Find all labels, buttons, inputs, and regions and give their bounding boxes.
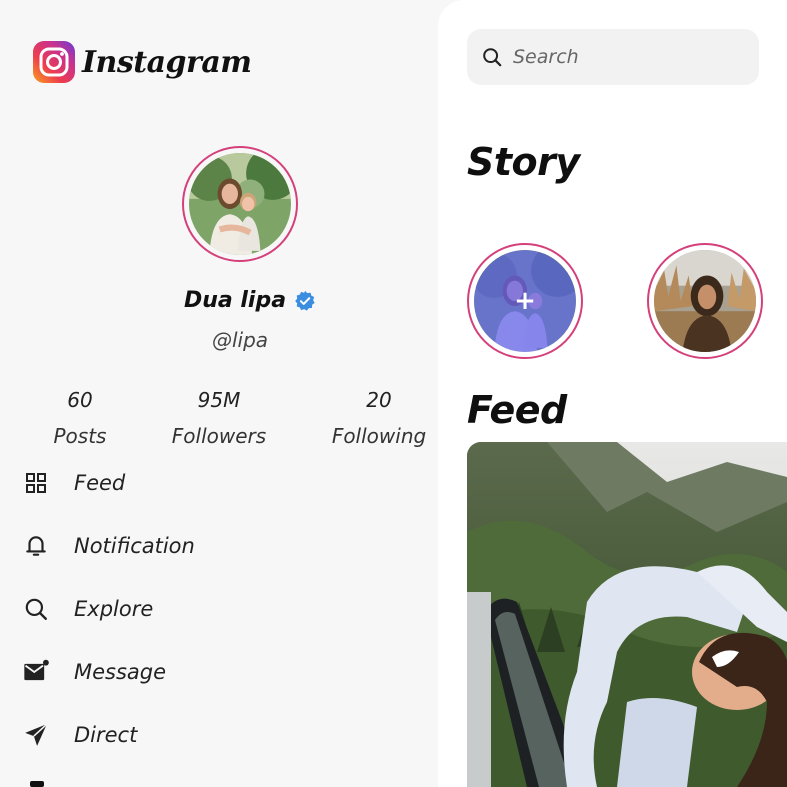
profile-handle: @lipa: [211, 328, 269, 352]
instagram-icon: [33, 41, 75, 83]
avatar: [189, 153, 291, 255]
app-name: Instagram: [82, 44, 252, 80]
bell-icon: [22, 532, 50, 560]
feed-heading: Feed: [467, 388, 567, 432]
feed-photo: [467, 442, 787, 787]
followers-label: Followers: [171, 424, 267, 448]
sidebar-item-label: Notification: [74, 534, 195, 558]
add-story-button[interactable]: +: [467, 243, 583, 359]
mail-icon: [22, 658, 50, 686]
search-icon: [483, 48, 502, 67]
story-heading: Story: [467, 140, 580, 184]
verified-badge-icon: [295, 290, 315, 311]
plus-icon: +: [474, 250, 576, 352]
story-item[interactable]: [647, 243, 763, 359]
sidebar-item-label: Direct: [74, 723, 138, 747]
posts-count: 60: [67, 388, 93, 412]
sidebar-item-label: Explore: [74, 597, 154, 621]
search-bar[interactable]: [467, 29, 759, 85]
instagram-logo[interactable]: Instagram: [32, 40, 252, 84]
add-story-label: +: [514, 286, 536, 316]
sidebar-item-label: Feed: [74, 471, 126, 495]
search-input[interactable]: [513, 46, 743, 68]
stat-following[interactable]: 20 Following: [324, 387, 434, 449]
next-nav-icon-peek: [30, 781, 44, 787]
story-photo: [654, 250, 756, 352]
following-count: 20: [366, 388, 392, 412]
sidebar-item-notification[interactable]: Notification: [22, 526, 195, 566]
sidebar-item-explore[interactable]: Explore: [22, 589, 153, 629]
profile-name: Dua lipa: [183, 288, 287, 313]
send-icon: [22, 721, 50, 749]
grid-icon: [22, 469, 50, 497]
stat-posts[interactable]: 60 Posts: [40, 387, 120, 449]
posts-label: Posts: [53, 424, 107, 448]
followers-count: 95M: [197, 388, 241, 412]
sidebar: Instagram Dua lipa @lipa 60 Posts 95M Fo…: [0, 0, 438, 787]
following-label: Following: [331, 424, 427, 448]
sidebar-item-label: Message: [74, 660, 167, 684]
sidebar-item-feed[interactable]: Feed: [22, 463, 125, 503]
search-icon: [22, 595, 50, 623]
sidebar-item-message[interactable]: Message: [22, 652, 166, 692]
sidebar-item-direct[interactable]: Direct: [22, 715, 137, 755]
feed-post-image[interactable]: [467, 442, 787, 787]
own-story-avatar: +: [474, 250, 576, 352]
story-avatar: [654, 250, 756, 352]
stat-followers[interactable]: 95M Followers: [160, 387, 278, 449]
main-panel: Story +: [438, 0, 787, 787]
profile-avatar[interactable]: [182, 146, 298, 262]
profile-name-row: Dua lipa: [0, 288, 500, 313]
